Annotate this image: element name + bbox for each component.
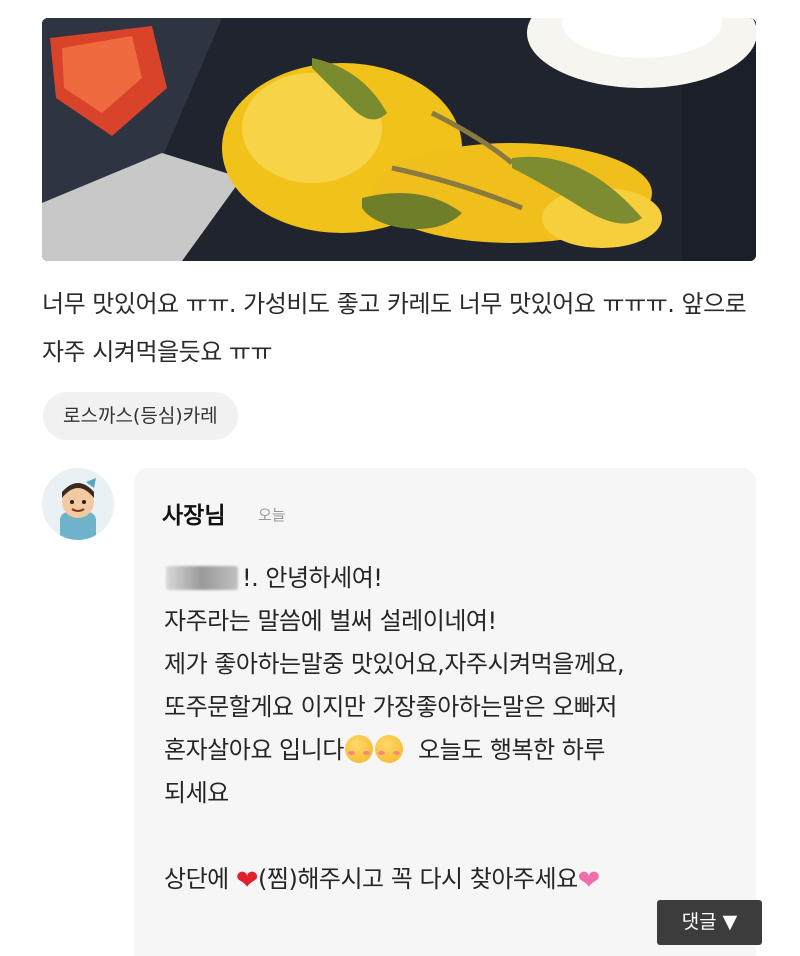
review-text: 너무 맛있어요 ㅠㅠ. 가성비도 좋고 카레도 너무 맛있어요 ㅠㅠㅠ. 앞으로… — [42, 290, 747, 366]
menu-tag[interactable]: 로스까스(등심)카레 — [43, 392, 238, 440]
reply-time: 오늘 — [258, 506, 286, 524]
reply-line-part: (찜)해주시고 꼭 다시 찾아주세요 — [258, 865, 578, 893]
food-photo-image — [42, 18, 756, 261]
smiling-face-icon — [344, 735, 373, 763]
reply-line: 제가 좋아하는말중 맛있어요,자주시켜먹을께요, — [164, 650, 625, 678]
red-heart-icon: ❤ — [235, 865, 259, 896]
reply-line-part: 상단에 — [164, 865, 229, 893]
owner-reply-text: !. 안녕하세여! 자주라는 말씀에 벌써 설레이네여! 제가 좋아하는말중 맛… — [164, 557, 744, 901]
reply-line: 혼자살아요 입니다 오늘도 행복한 하루 — [164, 729, 744, 772]
avatar-character-icon — [42, 468, 114, 540]
reply-line: 상단에 ❤(찜)해주시고 꼭 다시 찾아주세요❤ — [164, 858, 744, 901]
reply-line-part: 오늘도 행복한 하루 — [418, 736, 605, 764]
owner-avatar — [42, 468, 114, 540]
smiling-face-icon — [374, 735, 403, 763]
sparkling-heart-icon: ❤ — [577, 865, 601, 896]
review-photo[interactable] — [42, 18, 756, 261]
owner-name: 사장님 — [162, 503, 226, 529]
reply-line: 되세요 — [164, 779, 229, 807]
reply-line: 또주문할게요 이지만 가장좋아하는말은 오빠저 — [164, 693, 618, 721]
reply-line-part: 혼자살아요 입니다 — [164, 736, 344, 764]
reply-line: 자주라는 말씀에 벌써 설레이네여! — [164, 607, 497, 635]
comment-toggle-button[interactable]: 댓글 ▼ — [657, 900, 762, 945]
reply-line: !. 안녕하세여! — [242, 564, 383, 592]
